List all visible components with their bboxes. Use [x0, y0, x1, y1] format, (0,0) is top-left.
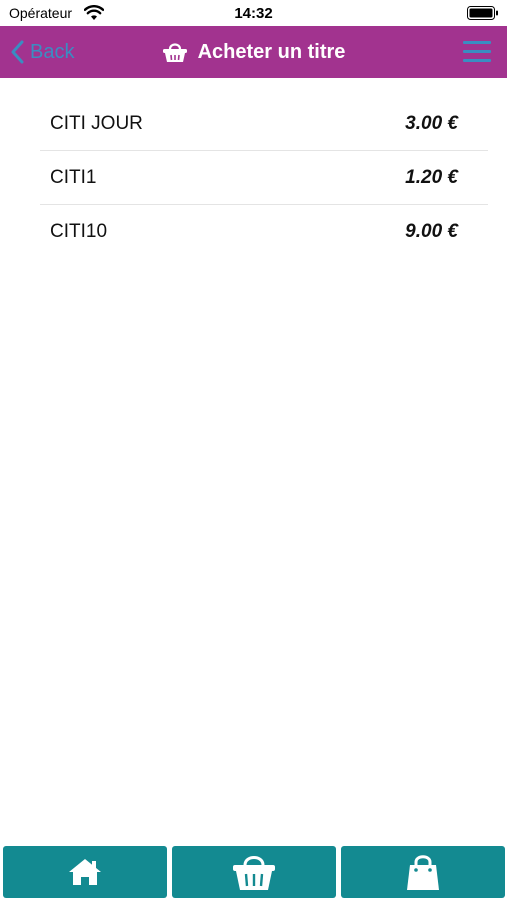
- hamburger-menu-icon[interactable]: [463, 41, 491, 63]
- back-label: Back: [30, 40, 75, 63]
- product-row[interactable]: CITI10 9.00 €: [40, 205, 488, 259]
- chevron-left-icon: [11, 40, 24, 64]
- shopping-bag-icon: [407, 855, 439, 890]
- tab-basket[interactable]: [172, 846, 336, 898]
- tab-shopping-bag[interactable]: [341, 846, 505, 898]
- product-name: CITI JOUR: [50, 112, 143, 134]
- product-name: CITI10: [50, 221, 108, 242]
- menu-line: [463, 41, 491, 44]
- product-list: CITI JOUR 3.00 € CITI1 1.20 € CITI10 9.0…: [40, 97, 488, 259]
- nav-bar: Back Acheter un titre: [0, 26, 507, 78]
- battery-icon: [467, 6, 498, 20]
- home-icon: [69, 859, 101, 885]
- product-price: 1.20 €: [405, 166, 458, 188]
- product-price: 3.00 €: [405, 112, 458, 134]
- nav-title-group: Acheter un titre: [0, 26, 507, 78]
- product-name: CITI1: [50, 166, 97, 188]
- basket-icon: [233, 856, 275, 890]
- tab-bar: [3, 846, 505, 898]
- product-row[interactable]: CITI JOUR 3.00 €: [40, 97, 488, 151]
- back-button[interactable]: Back: [10, 38, 74, 66]
- menu-line: [463, 59, 491, 62]
- product-row[interactable]: CITI1 1.20 €: [40, 151, 488, 205]
- status-time: 14:32: [234, 5, 273, 22]
- page-title: Acheter un titre: [197, 40, 346, 63]
- product-price: 9.00 €: [405, 221, 458, 242]
- basket-icon: [162, 43, 187, 62]
- menu-line: [463, 50, 491, 53]
- tab-home[interactable]: [3, 846, 167, 898]
- status-bar: Opérateur 14:32: [0, 0, 507, 26]
